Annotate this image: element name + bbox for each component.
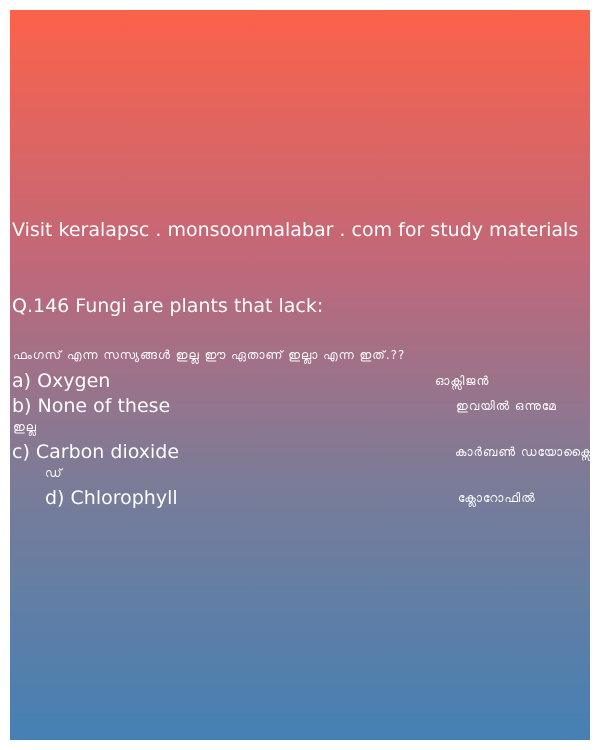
quiz-card: Visit keralapsc . monsoonmalabar . com f… [10,10,593,740]
option-b-malayalam: ഇവയിൽ ഒന്നുമേ [456,399,557,413]
option-c[interactable]: c) Carbon dioxide [12,440,179,465]
option-a[interactable]: a) Oxygen [12,369,110,394]
option-b[interactable]: b) None of these [12,394,170,419]
site-promo-text: Visit keralapsc . monsoonmalabar . com f… [12,219,579,241]
option-b-malayalam-cont: ഇല്ല [13,420,38,434]
option-c-malayalam-cont: ഡ് [45,466,63,480]
option-a-malayalam: ഓക്സിജൻ [435,374,490,388]
question-title: Q.146 Fungi are plants that lack: [12,295,324,317]
option-d[interactable]: d) Chlorophyll [45,486,178,511]
option-c-malayalam: കാർബൺ ഡയോക്സൈ [455,445,593,459]
option-d-malayalam: ക്ലോറോഫിൽ [458,491,536,505]
question-malayalam: ഫംഗസ് എന്ന സസ്യങ്ങൾ ഇല്ല ഈ ഏതാണ് ഇല്ലാ എ… [13,348,406,362]
